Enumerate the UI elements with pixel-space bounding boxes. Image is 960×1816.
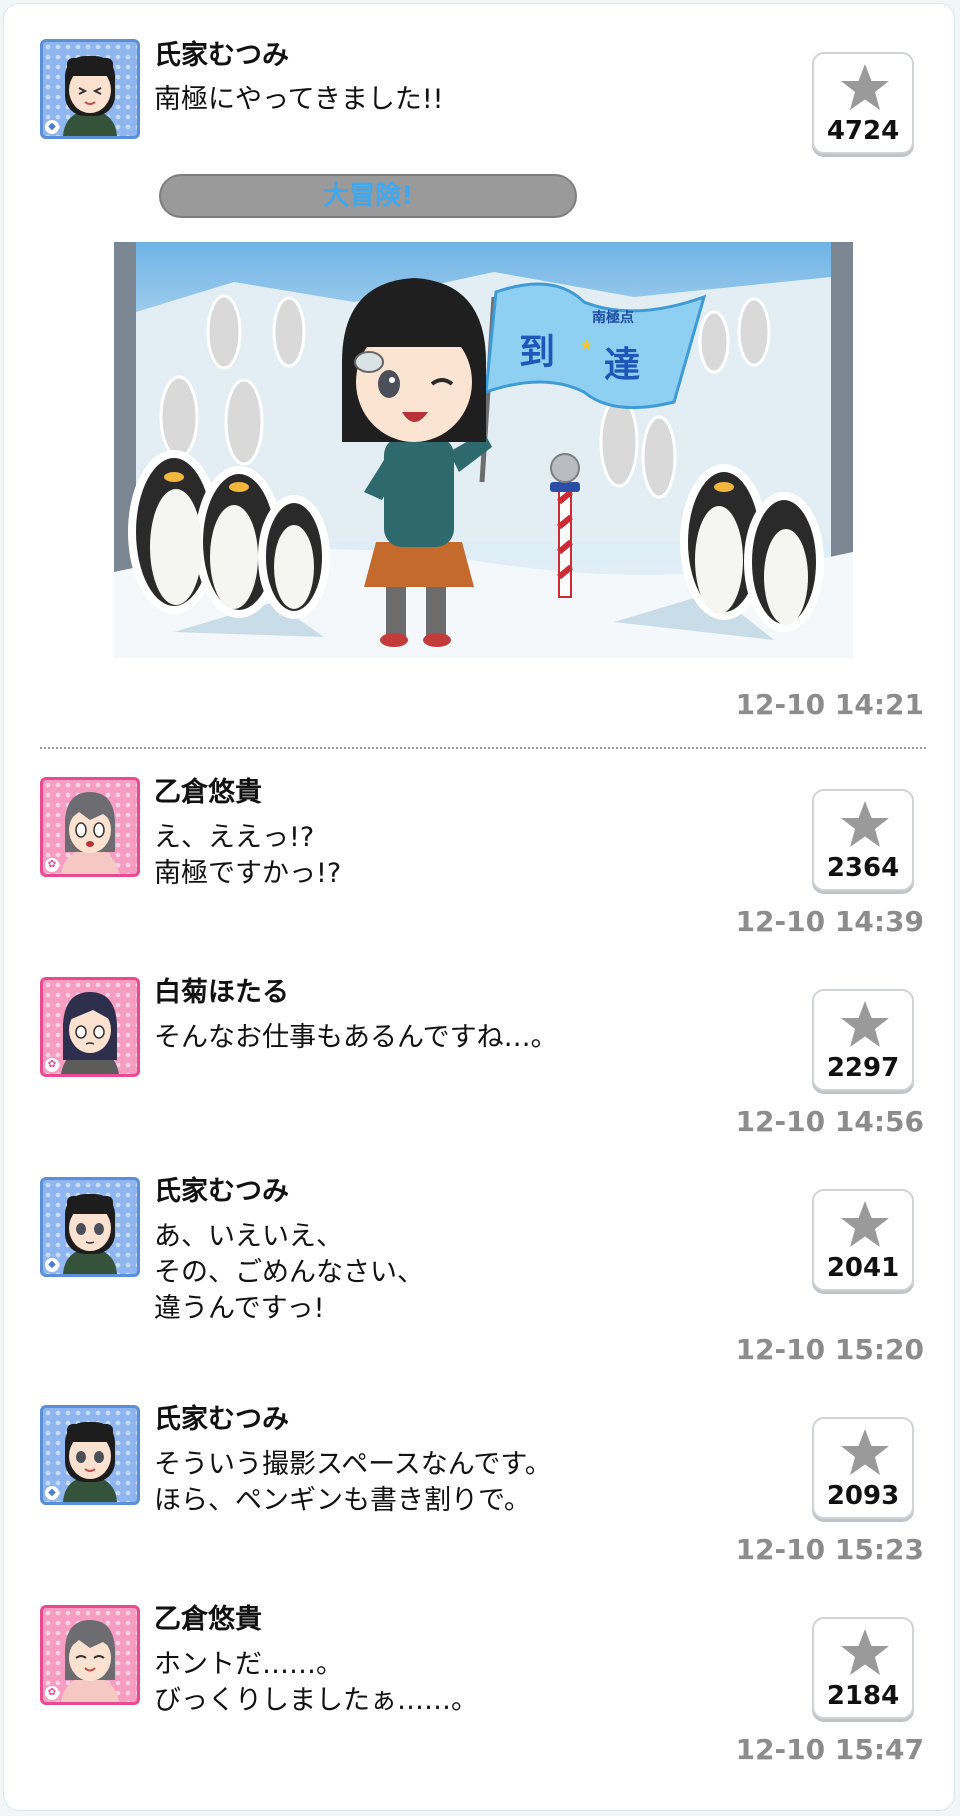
- avatar[interactable]: ✿: [40, 777, 140, 877]
- author-name: 乙倉悠貴: [154, 777, 262, 808]
- like-count: 4724: [826, 116, 900, 146]
- avatar[interactable]: ✿: [40, 977, 140, 1077]
- star-icon: [841, 1001, 889, 1047]
- star-icon: [841, 1629, 889, 1675]
- message-line: そういう撮影スペースなんです。: [154, 1449, 552, 1480]
- like-button[interactable]: 2184: [812, 1617, 914, 1719]
- star-icon: [841, 64, 889, 110]
- message-line: そんなお仕事もあるんですね…。: [154, 1022, 558, 1053]
- timestamp: 12-10 14:56: [735, 1105, 924, 1138]
- message-line: 南極にやってきました!!: [154, 84, 444, 115]
- timestamp: 12-10 15:20: [735, 1333, 924, 1366]
- message-line: 違うんですっ!: [154, 1293, 325, 1324]
- like-button[interactable]: 2297: [812, 989, 914, 1091]
- like-count: 2364: [826, 853, 900, 883]
- timestamp: 12-10 15:23: [735, 1533, 924, 1566]
- flag-left-text: 到: [519, 332, 555, 373]
- author-name: 白菊ほたる: [154, 977, 289, 1008]
- flower-icon: ✿: [45, 858, 59, 872]
- avatar[interactable]: ◆: [40, 1405, 140, 1505]
- timestamp: 12-10 15:47: [735, 1733, 924, 1766]
- avatar[interactable]: ✿: [40, 1605, 140, 1705]
- message-line: ホントだ……。: [154, 1649, 343, 1680]
- flower-icon: ✿: [45, 1058, 59, 1072]
- divider: [40, 747, 926, 749]
- like-count: 2093: [826, 1481, 900, 1511]
- like-button[interactable]: 2364: [812, 789, 914, 891]
- like-button[interactable]: 2041: [812, 1189, 914, 1291]
- diamond-icon: ◆: [45, 1486, 59, 1500]
- flag-right-text: 達: [604, 345, 640, 386]
- author-name: 氏家むつみ: [154, 1404, 289, 1435]
- author-name: 氏家むつみ: [154, 40, 289, 71]
- svg-text:★: ★: [579, 335, 593, 354]
- message-line: え、ええっ!?: [154, 822, 315, 853]
- timestamp: 12-10 14:21: [735, 688, 924, 721]
- star-icon: [841, 801, 889, 847]
- flag-top-text: 南極点: [592, 309, 634, 326]
- message-line: 南極ですかっ!?: [154, 858, 342, 889]
- diamond-icon: ◆: [45, 120, 59, 134]
- like-count: 2184: [826, 1681, 900, 1711]
- diamond-icon: ◆: [45, 1258, 59, 1272]
- photo-caption: 大冒険!: [159, 174, 577, 218]
- star-icon: [841, 1201, 889, 1247]
- message-line: びっくりしましたぁ……。: [154, 1685, 478, 1716]
- timestamp: 12-10 14:39: [735, 905, 924, 938]
- feed-panel: ◆ 氏家むつみ 南極にやってきました!! 4724 大冒険! 南極点 到 達 ★…: [3, 3, 955, 1811]
- like-button[interactable]: 2093: [812, 1417, 914, 1519]
- post-photo[interactable]: 南極点 到 達 ★: [114, 242, 853, 658]
- penguin-scene-image: 南極点 到 達 ★: [114, 242, 853, 658]
- message-line: ほら、ペンギンも書き割りで。: [154, 1485, 531, 1516]
- author-name: 乙倉悠貴: [154, 1604, 262, 1635]
- author-name: 氏家むつみ: [154, 1176, 289, 1207]
- avatar[interactable]: ◆: [40, 1177, 140, 1277]
- like-count: 2041: [826, 1253, 900, 1283]
- avatar[interactable]: ◆: [40, 39, 140, 139]
- star-icon: [841, 1429, 889, 1475]
- message-line: その、ごめんなさい、: [154, 1257, 424, 1288]
- like-count: 2297: [826, 1053, 900, 1083]
- flower-icon: ✿: [45, 1686, 59, 1700]
- like-button[interactable]: 4724: [812, 52, 914, 154]
- message-line: あ、いえいえ、: [154, 1221, 343, 1252]
